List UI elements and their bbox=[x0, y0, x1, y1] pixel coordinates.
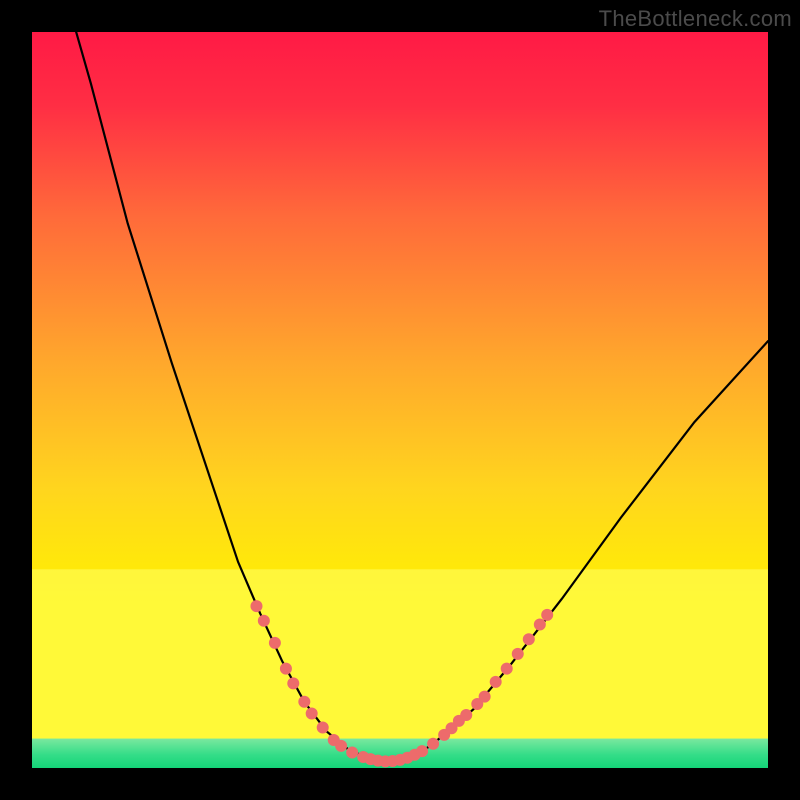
data-marker bbox=[250, 600, 262, 612]
data-marker bbox=[335, 740, 347, 752]
data-marker bbox=[460, 709, 472, 721]
chart-frame: TheBottleneck.com bbox=[0, 0, 800, 800]
bottleneck-curve-chart bbox=[32, 32, 768, 768]
data-marker bbox=[501, 663, 513, 675]
data-marker bbox=[512, 648, 524, 660]
data-marker bbox=[298, 696, 310, 708]
data-marker bbox=[346, 747, 358, 759]
data-marker bbox=[479, 691, 491, 703]
data-marker bbox=[287, 677, 299, 689]
data-marker bbox=[269, 637, 281, 649]
watermark-text: TheBottleneck.com bbox=[599, 6, 792, 32]
data-marker bbox=[490, 676, 502, 688]
data-marker bbox=[258, 615, 270, 627]
data-marker bbox=[306, 708, 318, 720]
data-marker bbox=[317, 722, 329, 734]
lower-band-highlight bbox=[32, 569, 768, 768]
plot-area bbox=[32, 32, 768, 768]
data-marker bbox=[523, 633, 535, 645]
data-marker bbox=[416, 745, 428, 757]
data-marker bbox=[541, 609, 553, 621]
data-marker bbox=[280, 663, 292, 675]
data-marker bbox=[534, 618, 546, 630]
data-marker bbox=[427, 738, 439, 750]
